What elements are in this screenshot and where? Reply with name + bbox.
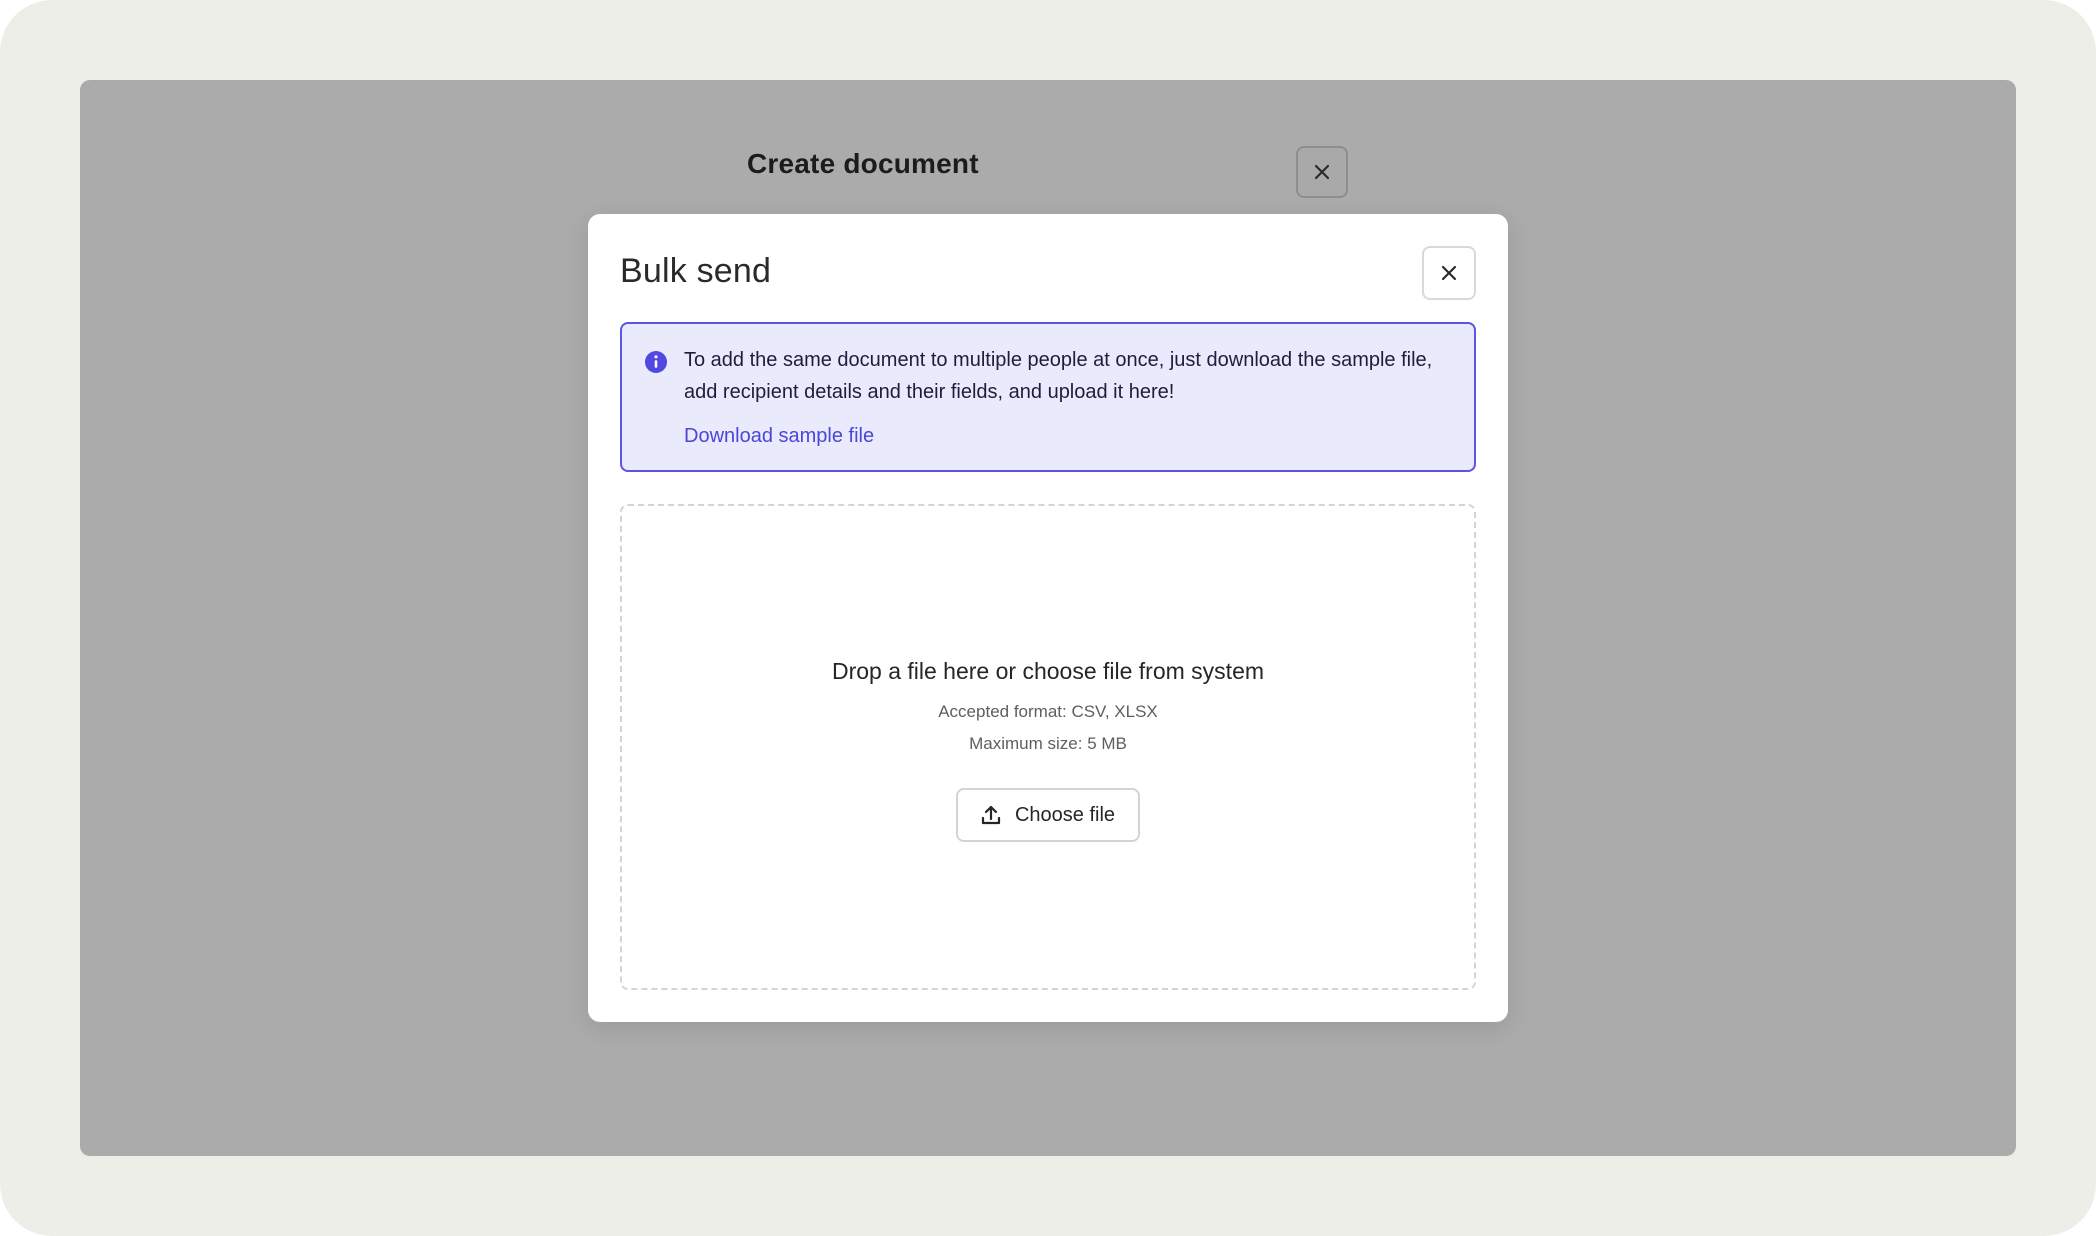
close-icon xyxy=(1314,164,1330,180)
modal-close-button[interactable] xyxy=(1422,246,1476,300)
download-sample-file-link[interactable]: Download sample file xyxy=(684,420,874,452)
dropzone-title: Drop a file here or choose file from sys… xyxy=(831,658,1265,684)
file-dropzone[interactable]: Drop a file here or choose file from sys… xyxy=(620,504,1476,990)
background-dialog-title: Create document xyxy=(747,148,979,179)
screen-overlay: Create document Bulk send To add the sam… xyxy=(80,80,2016,1156)
maximum-size-text: Maximum size: 5 MB xyxy=(969,734,1127,753)
modal-title: Bulk send xyxy=(620,252,772,290)
bulk-send-modal: Bulk send To add the same document to mu… xyxy=(588,214,1508,1022)
close-icon xyxy=(1441,265,1457,281)
choose-file-label: Choose file xyxy=(1014,803,1116,826)
accepted-format-text: Accepted format: CSV, XLSX xyxy=(938,702,1158,721)
choose-file-button[interactable]: Choose file xyxy=(956,788,1140,842)
info-banner: To add the same document to multiple peo… xyxy=(620,322,1476,472)
info-icon xyxy=(645,351,667,373)
info-text: To add the same document to multiple peo… xyxy=(684,349,1433,403)
background-dialog-close-button xyxy=(1296,146,1348,198)
upload-icon xyxy=(981,805,1001,825)
device-frame: Create document Bulk send To add the sam… xyxy=(0,0,2096,1236)
